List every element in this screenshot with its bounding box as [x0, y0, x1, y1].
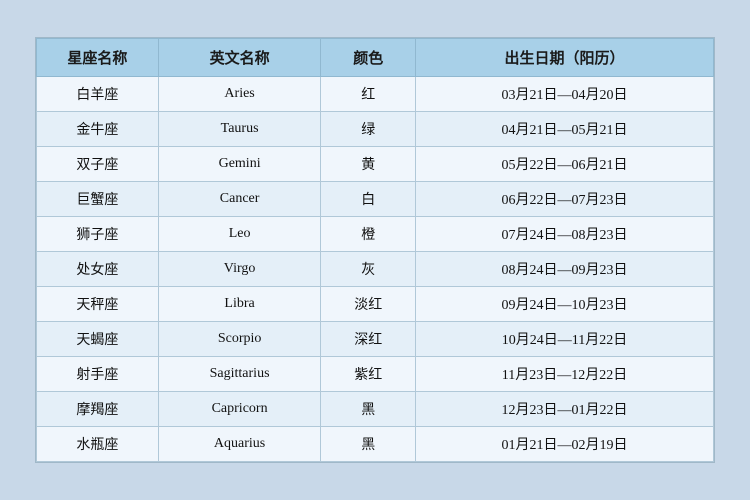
- cell-zh-name: 摩羯座: [37, 392, 159, 427]
- cell-zh-name: 射手座: [37, 357, 159, 392]
- cell-zh-name: 双子座: [37, 147, 159, 182]
- table-row: 狮子座Leo橙07月24日—08月23日: [37, 217, 714, 252]
- cell-en-name: Aries: [158, 77, 320, 112]
- cell-color: 黑: [321, 392, 416, 427]
- table-row: 巨蟹座Cancer白06月22日—07月23日: [37, 182, 714, 217]
- cell-color: 灰: [321, 252, 416, 287]
- cell-en-name: Taurus: [158, 112, 320, 147]
- table-row: 金牛座Taurus绿04月21日—05月21日: [37, 112, 714, 147]
- cell-date: 05月22日—06月21日: [416, 147, 714, 182]
- zodiac-table-container: 星座名称 英文名称 颜色 出生日期（阳历） 白羊座Aries红03月21日—04…: [35, 37, 715, 463]
- cell-color: 淡红: [321, 287, 416, 322]
- cell-en-name: Cancer: [158, 182, 320, 217]
- cell-color: 黄: [321, 147, 416, 182]
- cell-en-name: Scorpio: [158, 322, 320, 357]
- header-en-name: 英文名称: [158, 39, 320, 77]
- zodiac-table: 星座名称 英文名称 颜色 出生日期（阳历） 白羊座Aries红03月21日—04…: [36, 38, 714, 462]
- cell-en-name: Virgo: [158, 252, 320, 287]
- cell-en-name: Gemini: [158, 147, 320, 182]
- cell-en-name: Aquarius: [158, 427, 320, 462]
- cell-date: 06月22日—07月23日: [416, 182, 714, 217]
- cell-color: 深红: [321, 322, 416, 357]
- cell-zh-name: 狮子座: [37, 217, 159, 252]
- cell-en-name: Sagittarius: [158, 357, 320, 392]
- header-date: 出生日期（阳历）: [416, 39, 714, 77]
- cell-en-name: Libra: [158, 287, 320, 322]
- header-color: 颜色: [321, 39, 416, 77]
- cell-date: 09月24日—10月23日: [416, 287, 714, 322]
- table-row: 摩羯座Capricorn黑12月23日—01月22日: [37, 392, 714, 427]
- table-body: 白羊座Aries红03月21日—04月20日金牛座Taurus绿04月21日—0…: [37, 77, 714, 462]
- table-row: 处女座Virgo灰08月24日—09月23日: [37, 252, 714, 287]
- table-header-row: 星座名称 英文名称 颜色 出生日期（阳历）: [37, 39, 714, 77]
- cell-zh-name: 水瓶座: [37, 427, 159, 462]
- cell-date: 11月23日—12月22日: [416, 357, 714, 392]
- cell-color: 红: [321, 77, 416, 112]
- table-row: 白羊座Aries红03月21日—04月20日: [37, 77, 714, 112]
- cell-en-name: Leo: [158, 217, 320, 252]
- cell-date: 04月21日—05月21日: [416, 112, 714, 147]
- cell-zh-name: 天秤座: [37, 287, 159, 322]
- cell-zh-name: 白羊座: [37, 77, 159, 112]
- cell-date: 01月21日—02月19日: [416, 427, 714, 462]
- cell-date: 10月24日—11月22日: [416, 322, 714, 357]
- table-row: 天秤座Libra淡红09月24日—10月23日: [37, 287, 714, 322]
- cell-en-name: Capricorn: [158, 392, 320, 427]
- cell-date: 07月24日—08月23日: [416, 217, 714, 252]
- cell-zh-name: 天蝎座: [37, 322, 159, 357]
- cell-zh-name: 巨蟹座: [37, 182, 159, 217]
- table-row: 水瓶座Aquarius黑01月21日—02月19日: [37, 427, 714, 462]
- cell-color: 黑: [321, 427, 416, 462]
- table-row: 双子座Gemini黄05月22日—06月21日: [37, 147, 714, 182]
- cell-color: 紫红: [321, 357, 416, 392]
- cell-date: 08月24日—09月23日: [416, 252, 714, 287]
- cell-date: 03月21日—04月20日: [416, 77, 714, 112]
- cell-color: 白: [321, 182, 416, 217]
- table-row: 射手座Sagittarius紫红11月23日—12月22日: [37, 357, 714, 392]
- cell-zh-name: 金牛座: [37, 112, 159, 147]
- cell-date: 12月23日—01月22日: [416, 392, 714, 427]
- cell-color: 橙: [321, 217, 416, 252]
- header-zh-name: 星座名称: [37, 39, 159, 77]
- table-row: 天蝎座Scorpio深红10月24日—11月22日: [37, 322, 714, 357]
- cell-color: 绿: [321, 112, 416, 147]
- cell-zh-name: 处女座: [37, 252, 159, 287]
